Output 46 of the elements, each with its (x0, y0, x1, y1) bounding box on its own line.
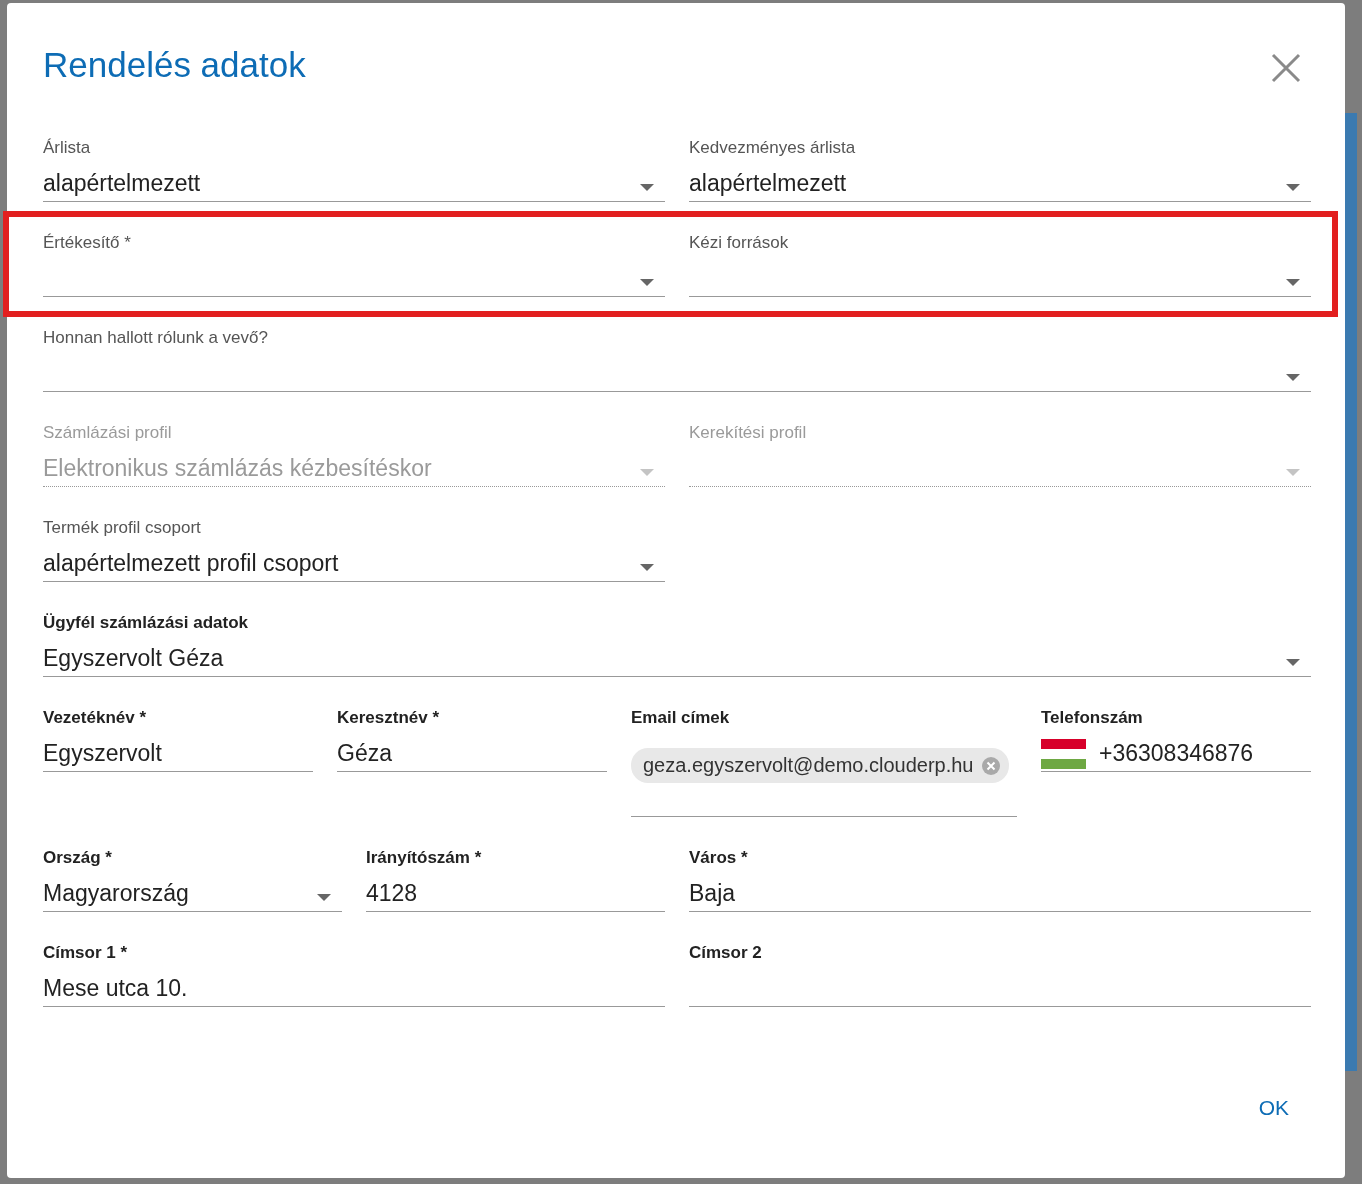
field-label: Keresztnév * (337, 708, 441, 728)
caret-icon (1286, 374, 1300, 382)
field-label: Kerekítési profil (689, 423, 808, 443)
caret-icon (1286, 469, 1300, 477)
field-label: Kedvezményes árlista (689, 138, 857, 158)
text-field[interactable]: 4128 (366, 868, 665, 912)
select-field[interactable]: alapértelmezett (689, 158, 1311, 202)
caret-icon (640, 184, 654, 192)
caret-icon (640, 564, 654, 572)
caret-icon (640, 279, 654, 287)
caret-icon (1286, 659, 1300, 667)
email-field[interactable]: geza.egyszervolt@demo.clouderp.hu (631, 728, 1017, 817)
flag-icon (1041, 738, 1086, 769)
field-label: Irányítószám * (366, 848, 483, 868)
field-label: Város * (689, 848, 749, 868)
field-label: Értékesítő * (43, 233, 132, 253)
text-field[interactable]: Baja (689, 868, 1311, 912)
field-label: Címsor 2 (689, 943, 763, 963)
text-field[interactable]: Mese utca 10. (43, 963, 665, 1007)
caret-icon (317, 894, 331, 902)
phone-field[interactable]: +36308346876 (1041, 728, 1311, 772)
ok-button[interactable]: OK (1236, 1090, 1311, 1126)
caret-icon (640, 469, 654, 477)
select-field[interactable]: alapértelmezett (43, 158, 665, 202)
field-label: Vezetéknév * (43, 708, 147, 728)
text-field[interactable]: Géza (337, 728, 607, 772)
caret-icon (1286, 184, 1300, 192)
dialog-title: Rendelés adatok (43, 44, 306, 86)
remove-icon[interactable] (981, 756, 1000, 775)
select-field[interactable]: alapértelmezett profil csoport (43, 538, 665, 582)
field-label: Címsor 1 * (43, 943, 129, 963)
select-field[interactable]: Magyarország (43, 868, 342, 912)
caret-icon (1286, 279, 1300, 287)
field-label: Email címek (631, 708, 731, 728)
field-label: Ügyfél számlázási adatok (43, 613, 250, 633)
field-label: Telefonszám (1041, 708, 1144, 728)
text-field[interactable]: Egyszervolt (43, 728, 313, 772)
close-icon[interactable] (1271, 53, 1301, 83)
field-label: Honnan hallott rólunk a vevő? (43, 328, 269, 348)
field-label: Ország * (43, 848, 113, 868)
field-label: Számlázási profil (43, 423, 173, 443)
email-chip[interactable]: geza.egyszervolt@demo.clouderp.hu (631, 748, 1009, 783)
field-label: Árlista (43, 138, 92, 158)
select-field[interactable]: Egyszervolt Géza (43, 633, 1311, 677)
field-label: Termék profil csoport (43, 518, 202, 538)
field-label: Kézi források (689, 233, 790, 253)
